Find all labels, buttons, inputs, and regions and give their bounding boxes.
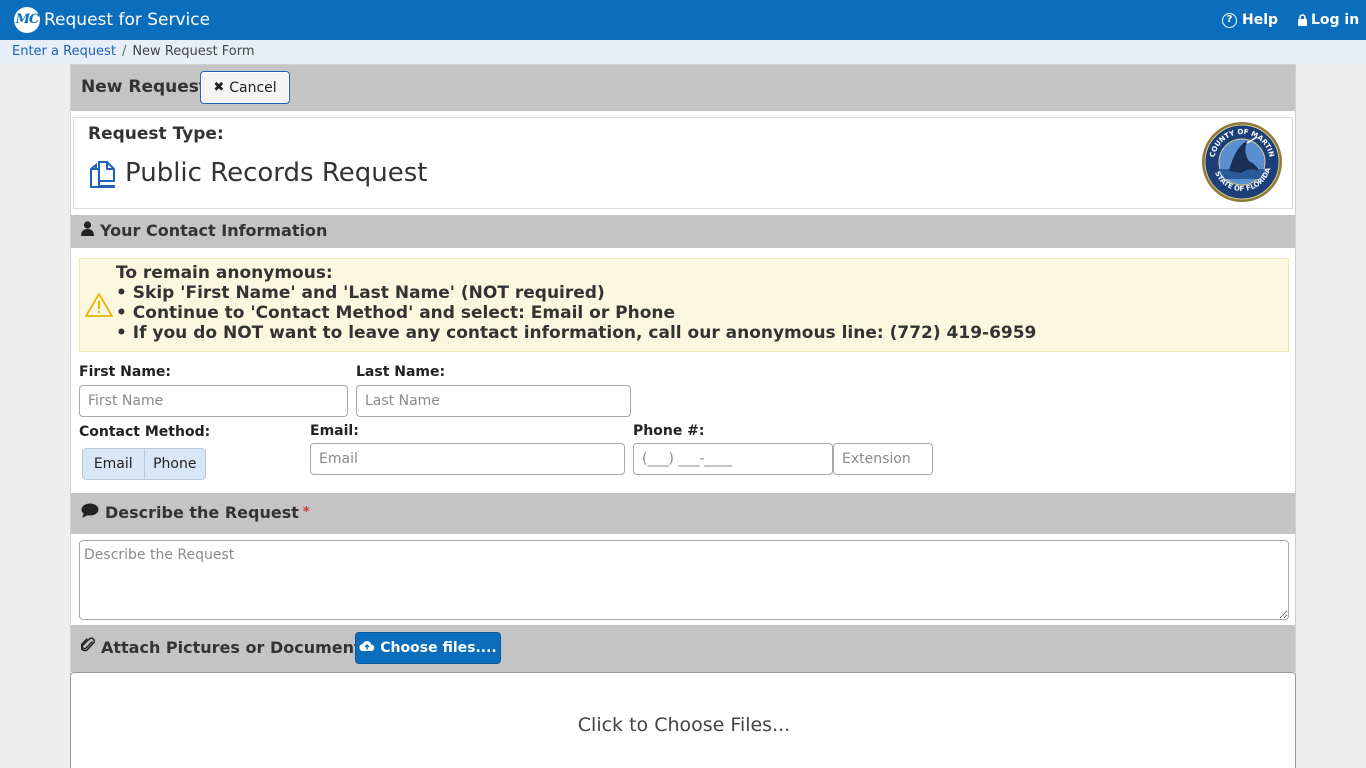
describe-section-label: Describe the Request: [105, 503, 299, 522]
request-form-panel: New Request ✖ Cancel Request Type: Publi…: [70, 64, 1296, 768]
notice-text: To remain anonymous: • Skip 'First Name'…: [116, 263, 1036, 343]
cancel-button[interactable]: ✖ Cancel: [200, 71, 290, 104]
request-type-value: Public Records Request: [125, 158, 428, 188]
help-link[interactable]: ? Help: [1222, 11, 1278, 29]
choose-files-button[interactable]: Choose files....: [355, 632, 501, 664]
contact-method-email-button[interactable]: Email: [83, 449, 144, 479]
email-label: Email:: [310, 423, 359, 439]
file-dropzone[interactable]: Click to Choose Files...: [70, 672, 1296, 768]
panel-header: New Request ✖ Cancel: [71, 65, 1295, 111]
last-name-input[interactable]: [356, 385, 631, 417]
email-input[interactable]: [310, 443, 625, 475]
first-name-label: First Name:: [79, 364, 172, 380]
attach-section-header: Attach Pictures or Documents Choose file…: [71, 625, 1295, 672]
contact-section-title: Your Contact Information: [81, 221, 327, 241]
cancel-label: Cancel: [229, 79, 277, 96]
copy-documents-icon: [90, 161, 115, 188]
top-bar: MC Request for Service ? Help Log in: [0, 0, 1366, 40]
contact-method-phone-button[interactable]: Phone: [143, 449, 206, 479]
login-link[interactable]: Log in: [1298, 11, 1359, 29]
attach-section-label: Attach Pictures or Documents: [101, 638, 372, 657]
times-icon: ✖: [213, 80, 225, 95]
breadcrumb-current: New Request Form: [132, 44, 255, 59]
cloud-upload-icon: [359, 640, 375, 656]
extension-input[interactable]: [833, 443, 933, 475]
breadcrumb: Enter a Request / New Request Form: [0, 40, 1366, 64]
phone-label: Phone #:: [633, 423, 705, 439]
paperclip-icon: [80, 637, 96, 659]
app-logo[interactable]: MC: [14, 7, 40, 33]
dropzone-text: Click to Choose Files...: [577, 714, 791, 736]
required-indicator: *: [302, 505, 310, 520]
notice-line: • If you do NOT want to leave any contac…: [116, 323, 1037, 343]
describe-request-textarea[interactable]: [79, 540, 1289, 620]
contact-method-label: Contact Method:: [79, 424, 211, 440]
login-label: Log in: [1311, 12, 1360, 28]
notice-line: • Continue to 'Contact Method' and selec…: [116, 303, 676, 323]
attach-section-title: Attach Pictures or Documents: [80, 637, 372, 659]
county-seal-logo: COUNTY OF MARTIN STATE OF FLORIDA: [1202, 122, 1282, 202]
request-type-label: Request Type:: [88, 124, 224, 144]
comment-icon: [81, 503, 99, 523]
contact-section-label: Your Contact Information: [100, 221, 328, 240]
help-label: Help: [1242, 12, 1279, 28]
app-title[interactable]: Request for Service: [44, 9, 210, 31]
lock-icon: [1298, 14, 1307, 26]
breadcrumb-enter-request[interactable]: Enter a Request: [12, 44, 116, 59]
request-type-box: Request Type: Public Records Request COU…: [73, 117, 1293, 209]
panel-title: New Request: [81, 77, 208, 97]
contact-section-header: Your Contact Information: [71, 215, 1295, 248]
warning-triangle-icon: [85, 293, 113, 317]
describe-section-title: Describe the Request *: [81, 503, 310, 523]
phone-input[interactable]: [633, 443, 833, 475]
first-name-input[interactable]: [79, 385, 348, 417]
describe-section-header: Describe the Request *: [71, 493, 1295, 534]
choose-files-label: Choose files....: [380, 640, 497, 656]
last-name-label: Last Name:: [356, 364, 446, 380]
notice-line: • Skip 'First Name' and 'Last Name' (NOT…: [116, 283, 605, 303]
anonymous-notice: To remain anonymous: • Skip 'First Name'…: [79, 258, 1289, 352]
contact-method-toggle: Email Phone: [82, 448, 206, 480]
user-icon: [81, 221, 94, 241]
breadcrumb-separator: /: [121, 44, 127, 59]
notice-line: To remain anonymous:: [116, 263, 333, 283]
question-circle-icon: ?: [1222, 12, 1237, 28]
